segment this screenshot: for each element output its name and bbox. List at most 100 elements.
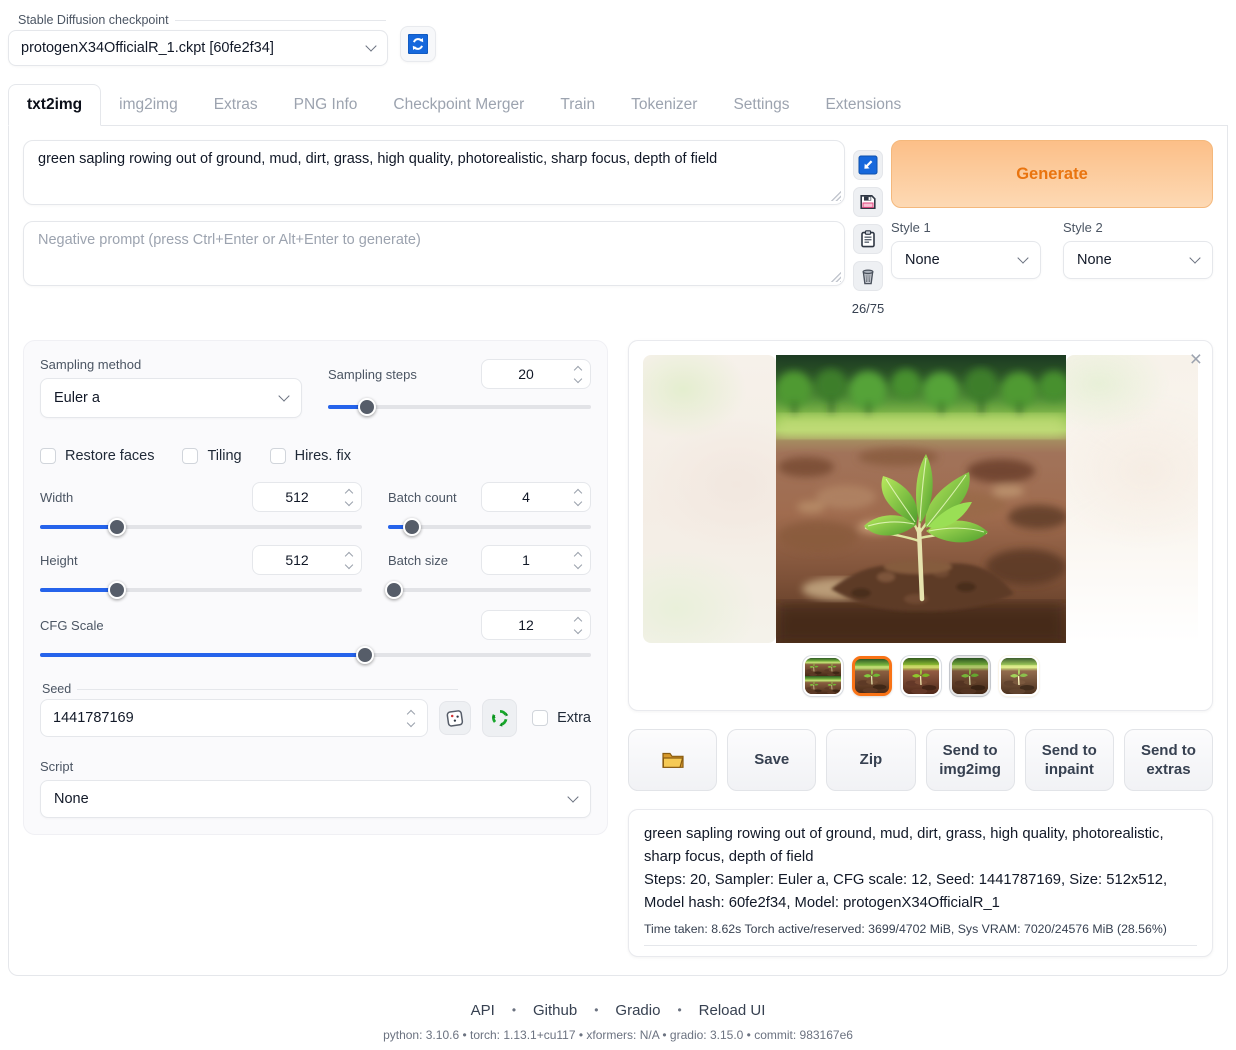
paste-generation-params-button[interactable] xyxy=(853,150,883,180)
tab-tokenizer[interactable]: Tokenizer xyxy=(613,85,715,125)
generation-settings-panel: Sampling method Euler a Sampling steps xyxy=(23,340,608,835)
stepper-arrows[interactable] xyxy=(570,367,590,382)
checkbox-box[interactable] xyxy=(40,448,56,464)
cfg-scale-slider[interactable] xyxy=(40,653,591,657)
github-link[interactable]: Github xyxy=(533,1002,577,1019)
checkbox-box[interactable] xyxy=(270,448,286,464)
slider-knob[interactable] xyxy=(108,581,126,599)
height-value[interactable] xyxy=(253,552,341,568)
tab-img2img[interactable]: img2img xyxy=(101,85,196,125)
zip-button[interactable]: Zip xyxy=(826,729,915,791)
batch-count-value[interactable] xyxy=(482,489,570,505)
seed-input-box xyxy=(40,699,428,737)
style1-dropdown[interactable]: None xyxy=(891,241,1041,279)
close-icon[interactable]: × xyxy=(1190,349,1202,370)
footer: API • Github • Gradio • Reload UI python… xyxy=(8,1002,1228,1042)
tab-settings[interactable]: Settings xyxy=(715,85,807,125)
restore-faces-checkbox[interactable]: Restore faces xyxy=(40,448,154,464)
checkbox-box[interactable] xyxy=(532,710,548,726)
tab-extensions[interactable]: Extensions xyxy=(807,85,919,125)
thumbnail[interactable] xyxy=(999,656,1039,696)
apply-style-button[interactable] xyxy=(853,224,883,254)
hires-fix-checkbox[interactable]: Hires. fix xyxy=(270,448,351,464)
send-to-img2img-button[interactable]: Send to img2img xyxy=(926,729,1015,791)
slider-knob[interactable] xyxy=(108,518,126,536)
checkbox-box[interactable] xyxy=(182,448,198,464)
tiling-checkbox[interactable]: Tiling xyxy=(182,448,241,464)
script-group: Script None xyxy=(40,759,591,818)
script-dropdown[interactable]: None xyxy=(40,780,591,818)
refresh-checkpoints-button[interactable] xyxy=(400,26,436,62)
thumbnail[interactable] xyxy=(901,656,941,696)
style1-label: Style 1 xyxy=(891,220,1041,235)
send-to-inpaint-button[interactable]: Send to inpaint xyxy=(1025,729,1114,791)
sampling-method-value: Euler a xyxy=(54,390,100,406)
tab-train[interactable]: Train xyxy=(542,85,613,125)
cfg-scale-value[interactable] xyxy=(482,617,570,633)
open-folder-button[interactable] xyxy=(628,729,717,791)
reload-ui-link[interactable]: Reload UI xyxy=(699,1002,766,1019)
stepper-arrows[interactable] xyxy=(570,618,590,633)
prompt-input[interactable]: green sapling rowing out of ground, mud,… xyxy=(24,141,844,201)
slider-knob[interactable] xyxy=(358,398,376,416)
gallery-side-blur-right[interactable] xyxy=(1066,355,1199,643)
thumbnail-selected[interactable] xyxy=(852,656,892,696)
reuse-seed-button[interactable] xyxy=(482,699,517,737)
style2-value: None xyxy=(1077,252,1112,268)
paste-params-icon xyxy=(858,155,878,175)
checkpoint-dropdown[interactable]: protogenX34OfficialR_1.ckpt [60fe2f34] xyxy=(8,30,388,66)
thumbnail[interactable] xyxy=(950,656,990,696)
slider-knob[interactable] xyxy=(385,581,403,599)
height-slider[interactable] xyxy=(40,588,362,592)
api-link[interactable]: API xyxy=(471,1002,495,1019)
script-label: Script xyxy=(40,759,591,774)
sampling-steps-group: Sampling steps xyxy=(328,357,591,418)
sampling-method-dropdown[interactable]: Euler a xyxy=(40,378,302,418)
separator-dot: • xyxy=(677,1003,681,1017)
generation-info-panel: green sapling rowing out of ground, mud,… xyxy=(628,809,1213,957)
gallery-strip xyxy=(643,355,1198,643)
sampling-steps-value[interactable] xyxy=(482,366,570,382)
batch-size-slider[interactable] xyxy=(388,588,591,592)
clear-prompt-button[interactable] xyxy=(853,261,883,291)
style2-dropdown[interactable]: None xyxy=(1063,241,1213,279)
stepper-arrows[interactable] xyxy=(570,490,590,505)
separator-dot: • xyxy=(594,1003,598,1017)
extra-seed-label: Extra xyxy=(557,710,591,726)
settings-output-band: Sampling method Euler a Sampling steps xyxy=(23,340,1213,957)
slider-knob[interactable] xyxy=(356,646,374,664)
stepper-arrows[interactable] xyxy=(403,711,423,726)
slider-knob[interactable] xyxy=(403,518,421,536)
chevron-down-icon xyxy=(1017,252,1028,263)
prompt-band: green sapling rowing out of ground, mud,… xyxy=(23,140,1213,316)
extra-seed-checkbox[interactable]: Extra xyxy=(532,710,591,726)
cfg-scale-number xyxy=(481,610,591,640)
send-to-extras-button[interactable]: Send to extras xyxy=(1124,729,1213,791)
tab-png-info[interactable]: PNG Info xyxy=(276,85,376,125)
stepper-arrows[interactable] xyxy=(570,553,590,568)
save-style-button[interactable] xyxy=(853,187,883,217)
batch-size-value[interactable] xyxy=(482,552,570,568)
negative-prompt-input[interactable] xyxy=(24,222,844,282)
seed-value[interactable] xyxy=(53,710,403,726)
generated-image[interactable] xyxy=(776,355,1066,643)
legend-line xyxy=(77,689,458,690)
tab-txt2img[interactable]: txt2img xyxy=(8,84,101,126)
header: Stable Diffusion checkpoint protogenX34O… xyxy=(8,12,1228,66)
sampling-steps-slider[interactable] xyxy=(328,405,591,409)
tab-checkpoint-merger[interactable]: Checkpoint Merger xyxy=(375,85,542,125)
random-seed-button[interactable] xyxy=(439,701,470,735)
tab-extras[interactable]: Extras xyxy=(196,85,276,125)
save-button[interactable]: Save xyxy=(727,729,816,791)
thumbnail-grid[interactable] xyxy=(803,656,843,696)
batch-count-slider[interactable] xyxy=(388,525,591,529)
generate-button[interactable]: Generate xyxy=(891,140,1213,208)
stepper-arrows[interactable] xyxy=(341,553,361,568)
width-slider[interactable] xyxy=(40,525,362,529)
width-value[interactable] xyxy=(253,489,341,505)
stepper-arrows[interactable] xyxy=(341,490,361,505)
gallery-side-blur-left[interactable] xyxy=(643,355,776,643)
generation-prompt-text: green sapling rowing out of ground, mud,… xyxy=(644,823,1197,869)
gradio-link[interactable]: Gradio xyxy=(615,1002,660,1019)
tiling-label: Tiling xyxy=(207,448,241,464)
